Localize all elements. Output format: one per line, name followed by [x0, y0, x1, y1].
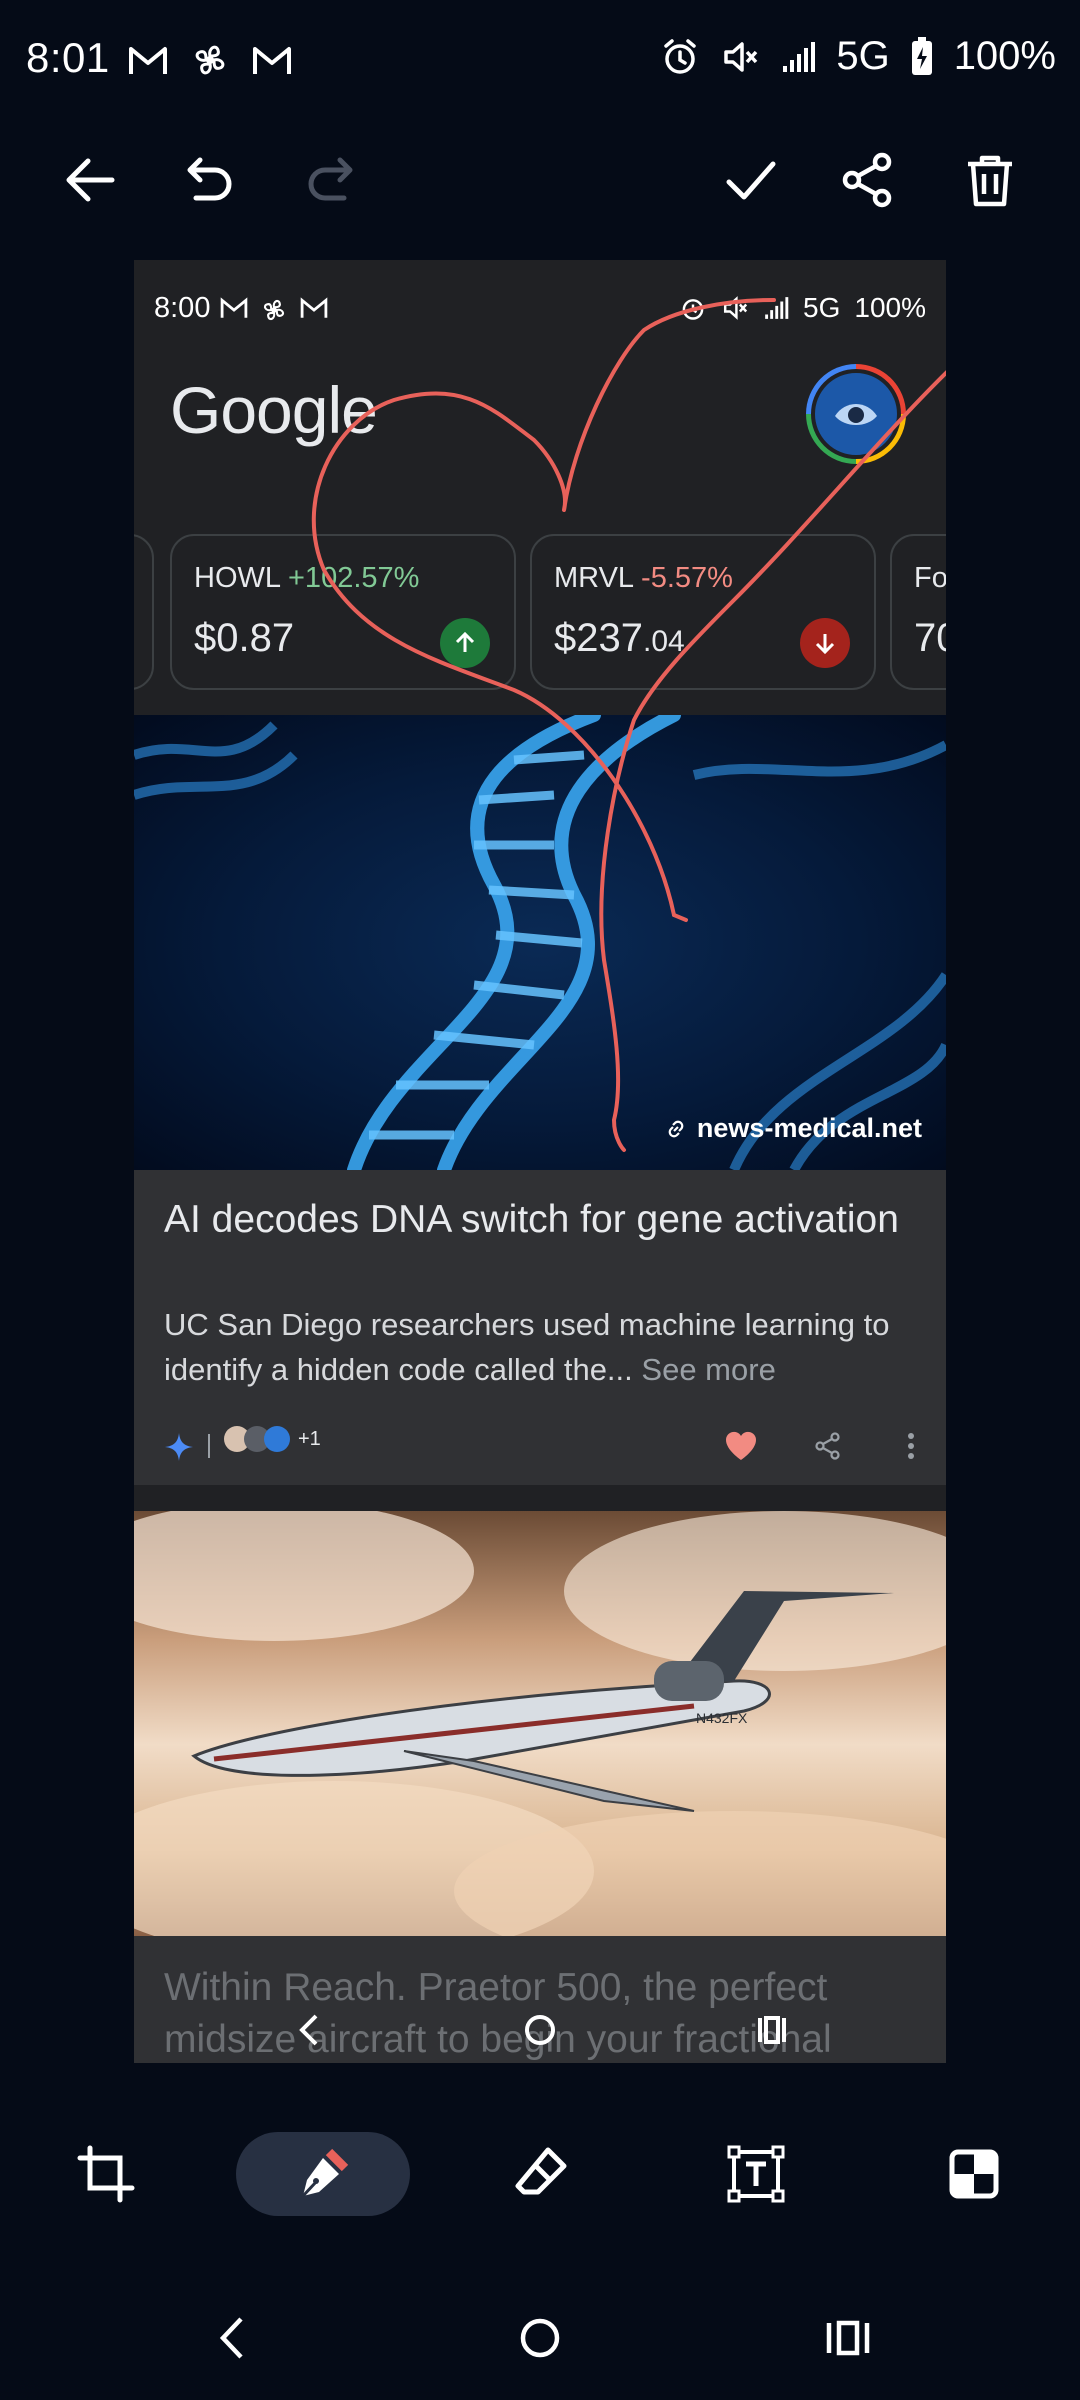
share-icon: [842, 152, 892, 208]
delete-button[interactable]: [950, 140, 1030, 220]
nav-recents-button[interactable]: [803, 2296, 893, 2380]
mosaic-tool[interactable]: [932, 2132, 1016, 2216]
status-bar: 8:01 5G 100%: [0, 0, 1080, 124]
back-button[interactable]: [50, 140, 130, 220]
alarm-icon: [664, 38, 697, 74]
nav-back-button[interactable]: [186, 2296, 276, 2380]
text-icon: [727, 2145, 785, 2203]
nav-home-button[interactable]: [495, 2296, 585, 2380]
battery-charging-icon: [911, 36, 932, 75]
editor-toolbar: [0, 130, 1080, 226]
signal-icon: [783, 41, 816, 72]
redo-button[interactable]: [290, 140, 370, 220]
home-circle-icon: [520, 2318, 560, 2358]
undo-button[interactable]: [170, 140, 250, 220]
gmail-icon: [253, 47, 291, 74]
trash-icon: [968, 155, 1012, 207]
done-button[interactable]: [711, 140, 791, 220]
status-time: 8:01: [26, 34, 110, 81]
eraser-icon: [515, 2147, 567, 2195]
battery-level: 100%: [953, 34, 1056, 78]
crop-icon: [77, 2145, 135, 2203]
eraser-tool[interactable]: [498, 2132, 582, 2216]
pen-tool[interactable]: [236, 2132, 410, 2216]
redo-icon: [308, 157, 353, 201]
system-icons: 5G 100%: [660, 34, 1056, 79]
screenshot-canvas[interactable]: 8:00 5G 100% Google HOWL +102.57% $0.87: [134, 260, 946, 2063]
check-icon: [726, 161, 776, 200]
chevron-left-icon: [219, 2317, 243, 2359]
gmail-icon: [129, 47, 167, 74]
mute-icon: [724, 41, 758, 72]
pen-icon: [301, 2148, 349, 2198]
recents-icon: [826, 2320, 870, 2356]
mosaic-icon: [949, 2149, 999, 2199]
notification-icons: [128, 40, 292, 80]
text-tool[interactable]: [714, 2132, 798, 2216]
network-type: 5G: [836, 34, 890, 78]
system-nav-bar: [0, 2296, 1080, 2380]
edit-tools: [0, 2132, 1080, 2216]
arrow-left-icon: [66, 158, 115, 202]
undo-icon: [187, 157, 232, 201]
crop-tool[interactable]: [64, 2132, 148, 2216]
share-button[interactable]: [828, 140, 908, 220]
freehand-annotation[interactable]: [134, 260, 946, 2063]
fan-icon: [195, 45, 225, 75]
